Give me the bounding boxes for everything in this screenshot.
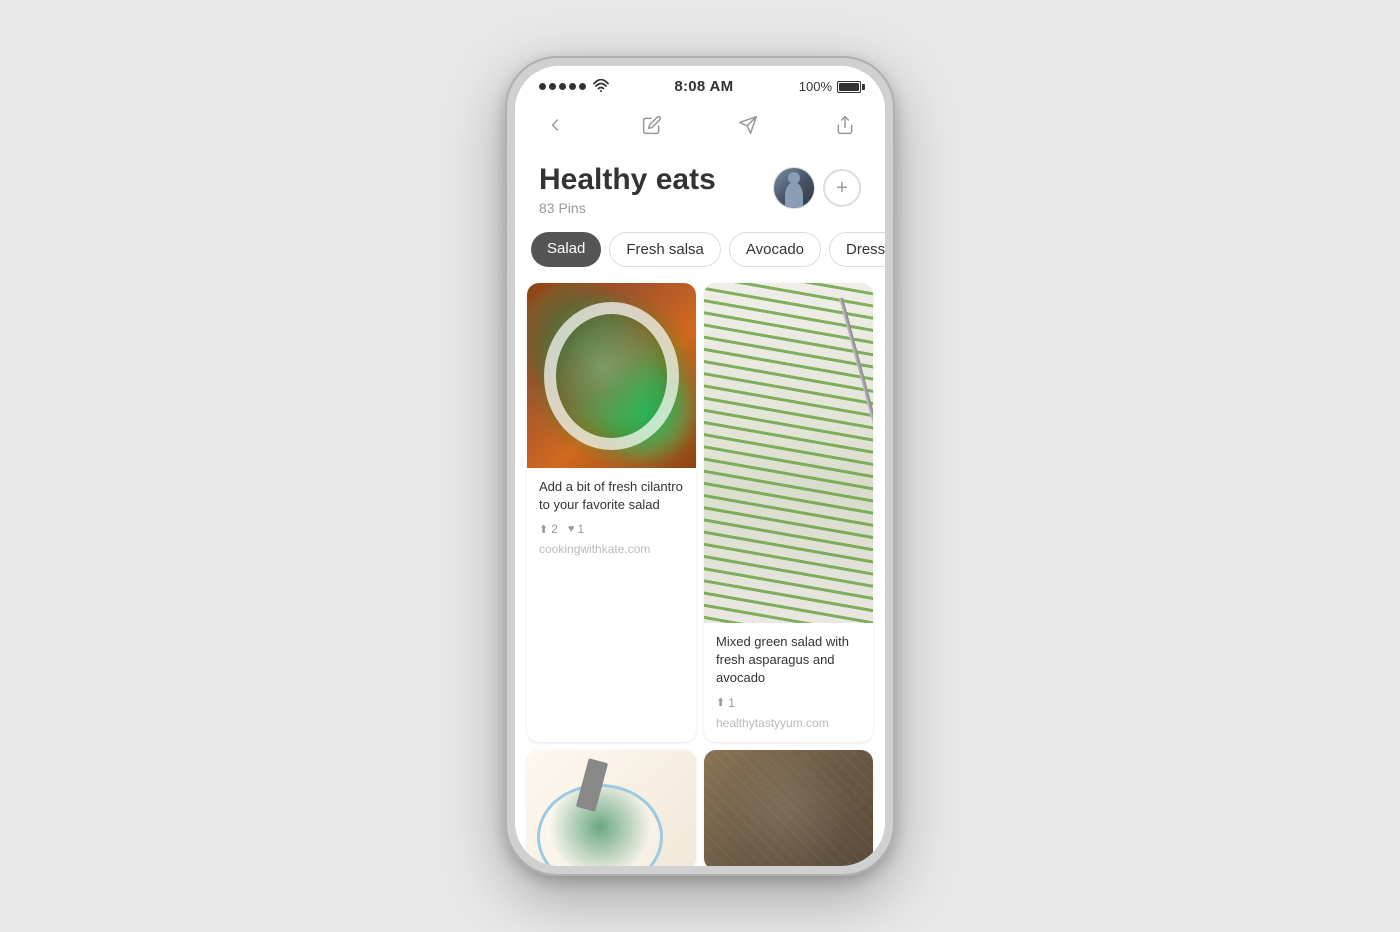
tab-dressing[interactable]: Dressing (829, 232, 885, 267)
tab-fresh-salsa[interactable]: Fresh salsa (609, 232, 721, 267)
pin-image-bowl (527, 750, 696, 866)
pin-body-salad: Add a bit of fresh cilantro to your favo… (527, 468, 696, 568)
signal-dot-5 (579, 83, 586, 90)
avatar[interactable] (773, 167, 815, 209)
board-title-section: Healthy eats 83 Pins (539, 163, 716, 216)
pin-image-salad (527, 283, 696, 468)
battery-percent: 100% (799, 79, 832, 94)
add-collaborator-button[interactable]: + (823, 169, 861, 207)
status-bar: 8:08 AM 100% (515, 66, 885, 101)
pin-card-dark[interactable] (704, 750, 873, 866)
phone-screen: 8:08 AM 100% (515, 66, 885, 866)
pin-stats-salad: ⬆ 2 ♥ 1 (539, 522, 684, 536)
board-actions: + (773, 167, 861, 209)
pin-image-dark (704, 750, 873, 866)
signal-dot-1 (539, 83, 546, 90)
battery-fill (839, 83, 859, 91)
pin-saves-salad: ⬆ 2 (539, 522, 558, 536)
phone-frame: 8:08 AM 100% (505, 56, 895, 876)
pin-stats-asparagus: ⬆ 1 (716, 696, 861, 710)
signal-dot-2 (549, 83, 556, 90)
saves-count-salad: 2 (551, 522, 558, 536)
saves-count-asparagus: 1 (728, 696, 735, 710)
pin-description-asparagus: Mixed green salad with fresh asparagus a… (716, 633, 861, 688)
pin-source-asparagus: healthytastyyum.com (716, 716, 861, 730)
save-icon-asparagus: ⬆ (716, 696, 725, 709)
edit-icon (642, 115, 662, 135)
avatar-person-shape (785, 182, 803, 208)
status-time: 8:08 AM (674, 78, 733, 95)
edit-button[interactable] (636, 109, 668, 141)
pin-image-asparagus (704, 283, 873, 623)
pin-source-salad: cookingwithkate.com (539, 542, 684, 556)
plus-icon: + (836, 178, 848, 198)
pin-saves-asparagus: ⬆ 1 (716, 696, 735, 710)
avatar-image (774, 168, 814, 208)
save-icon-salad: ⬆ (539, 523, 548, 536)
pin-card-bowl[interactable] (527, 750, 696, 866)
battery-icon (837, 81, 861, 93)
main-content[interactable]: Healthy eats 83 Pins + Salad (515, 151, 885, 866)
share-button[interactable] (829, 109, 861, 141)
category-tabs: Salad Fresh salsa Avocado Dressing D (515, 232, 885, 283)
pin-card-asparagus[interactable]: Mixed green salad with fresh asparagus a… (704, 283, 873, 742)
pin-body-asparagus: Mixed green salad with fresh asparagus a… (704, 623, 873, 742)
board-pins-count: 83 Pins (539, 200, 716, 216)
back-button[interactable] (539, 109, 571, 141)
send-icon (738, 115, 758, 135)
status-right: 100% (799, 79, 861, 94)
share-icon (835, 115, 855, 135)
status-left (539, 79, 609, 95)
pin-likes-salad: ♥ 1 (568, 522, 584, 536)
signal-dot-4 (569, 83, 576, 90)
likes-count-salad: 1 (577, 522, 584, 536)
heart-icon-salad: ♥ (568, 523, 575, 535)
tab-salad[interactable]: Salad (531, 232, 601, 267)
board-title: Healthy eats (539, 163, 716, 196)
pin-description-salad: Add a bit of fresh cilantro to your favo… (539, 478, 684, 514)
send-button[interactable] (732, 109, 764, 141)
pin-card-salad[interactable]: Add a bit of fresh cilantro to your favo… (527, 283, 696, 742)
pins-grid: Add a bit of fresh cilantro to your favo… (515, 283, 885, 866)
toolbar (515, 101, 885, 151)
tab-avocado[interactable]: Avocado (729, 232, 821, 267)
back-icon (545, 115, 565, 135)
wifi-icon (593, 79, 609, 95)
signal-dot-3 (559, 83, 566, 90)
board-header: Healthy eats 83 Pins + (515, 151, 885, 232)
